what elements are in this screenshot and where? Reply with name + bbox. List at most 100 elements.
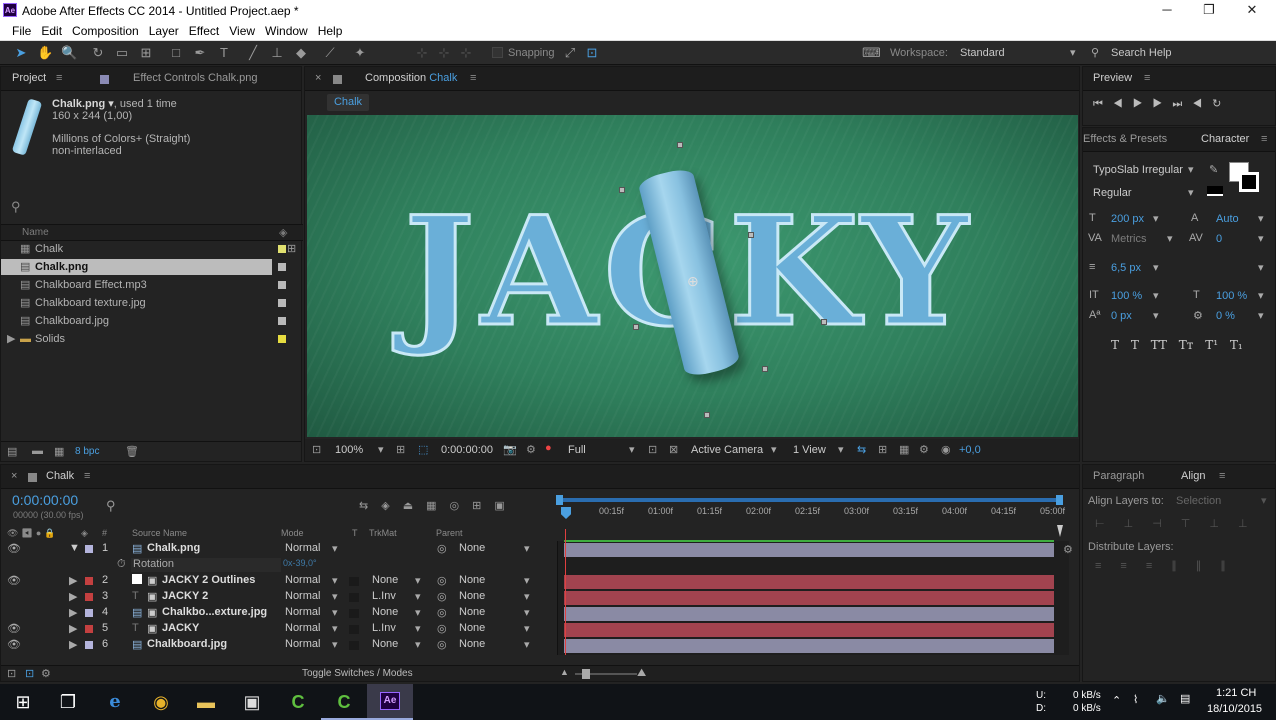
layer-duration-bar[interactable]	[564, 639, 1054, 653]
leading-value[interactable]: Auto	[1216, 213, 1239, 225]
visibility-eye-icon[interactable]: 👁	[7, 574, 21, 587]
time-ruler[interactable]: 00:15f 01:00f 01:15f 02:00f 02:15f 03:00…	[556, 493, 1069, 537]
workspace-dropdown-icon[interactable]: ▾	[1070, 46, 1076, 59]
transform-handle[interactable]	[633, 324, 639, 330]
tab-timeline-chalk[interactable]: Chalk	[46, 470, 74, 482]
shy-layers-icon[interactable]: ⏏	[403, 500, 426, 512]
col-source-name[interactable]: Source Name	[132, 528, 187, 538]
align-bottom-icon[interactable]: ⊥	[1238, 518, 1267, 530]
clock-date[interactable]: 18/10/2015	[1207, 703, 1262, 715]
tab-effects-presets[interactable]: Effects & Presets	[1083, 133, 1167, 145]
character-menu-icon[interactable]: ≡	[1261, 133, 1267, 145]
mode-dropdown-icon[interactable]: ▾	[332, 574, 338, 587]
fill-over-stroke-icon[interactable]	[1207, 186, 1223, 196]
timeline-menu-icon[interactable]: ≡	[84, 470, 90, 482]
layer-parent[interactable]: None	[459, 606, 485, 618]
resolution-dropdown-icon[interactable]: ▾	[629, 443, 635, 456]
layer-label-swatch[interactable]	[85, 577, 93, 585]
toggle-switches-modes-button[interactable]: Toggle Switches / Modes	[302, 668, 413, 679]
distribute-right-icon[interactable]: ∥	[1220, 560, 1245, 572]
stroke-color-swatch[interactable]	[1239, 172, 1259, 192]
tsume-value[interactable]: 0 %	[1216, 310, 1235, 322]
parent-dropdown-icon[interactable]: ▾	[524, 606, 530, 619]
vertical-scale-value[interactable]: 100 %	[1111, 290, 1142, 302]
parent-pickwhip-icon[interactable]: ◎	[437, 606, 447, 619]
restore-button[interactable]: ❐	[1194, 2, 1224, 20]
expand-arrow-icon[interactable]: ▶	[7, 331, 15, 347]
label-col-icon[interactable]: ◈	[279, 226, 287, 239]
table-row[interactable]: 👁 ▶ 2 ▣ JACKY 2 Outlines Normal ▾ None ▾…	[1, 573, 557, 589]
stroke-width-value[interactable]: 6,5 px	[1111, 262, 1141, 274]
align-to-dropdown-icon[interactable]: ▾	[1261, 494, 1267, 507]
layer-source-name[interactable]: Chalkboard.jpg	[147, 638, 227, 650]
menu-layer[interactable]: Layer	[144, 22, 184, 40]
transfer-controls-icon[interactable]: ⊡	[25, 667, 34, 680]
comp-mini-flowchart-icon[interactable]: ⇆	[359, 500, 381, 512]
trkmat-dropdown-icon[interactable]: ▾	[415, 606, 421, 619]
preserve-transparency-toggle[interactable]	[349, 641, 359, 650]
pan-behind-tool-icon[interactable]: ⊞	[138, 45, 154, 61]
parent-dropdown-icon[interactable]: ▾	[524, 542, 530, 555]
rectangle-tool-icon[interactable]: □	[168, 45, 184, 61]
zoom-in-icon[interactable]: ⛰	[637, 667, 646, 680]
transform-handle[interactable]	[821, 319, 827, 325]
list-item[interactable]: ▶ ▬ Solids	[1, 331, 301, 347]
mode-dropdown-icon[interactable]: ▾	[332, 590, 338, 603]
axis-view-icon[interactable]: ⊹	[458, 45, 474, 61]
loop-icon[interactable]: ↻	[1212, 98, 1231, 110]
superscript-button[interactable]: T¹	[1205, 338, 1218, 352]
align-vcenter-icon[interactable]: ⊥	[1209, 518, 1238, 530]
transform-handle[interactable]	[677, 142, 683, 148]
small-caps-button[interactable]: Tт	[1179, 338, 1194, 352]
transform-handle[interactable]	[748, 232, 754, 238]
color-channel-icon[interactable]: ●	[545, 442, 552, 454]
rotation-property-value[interactable]: 0x-39,0°	[283, 558, 317, 568]
tracking-value[interactable]: 0	[1216, 233, 1222, 245]
font-size-value[interactable]: 200 px	[1111, 213, 1144, 225]
col-number[interactable]: #	[102, 528, 107, 538]
parent-dropdown-icon[interactable]: ▾	[524, 574, 530, 587]
mask-visibility-icon[interactable]: ⬚	[418, 443, 428, 456]
leading-dropdown-icon[interactable]: ▾	[1258, 212, 1264, 225]
parent-pickwhip-icon[interactable]: ◎	[437, 590, 447, 603]
tracking-dropdown-icon[interactable]: ▾	[1258, 232, 1264, 245]
zoom-out-icon[interactable]: ▲	[560, 667, 569, 677]
show-hidden-icons-chevron-icon[interactable]: ⌃	[1112, 694, 1121, 707]
close-tab-icon[interactable]: ×	[11, 470, 17, 482]
stopwatch-icon[interactable]: ⏱	[117, 558, 126, 571]
type-tool-icon[interactable]: T	[216, 45, 232, 61]
layer-duration-bar[interactable]	[564, 607, 1054, 621]
col-t[interactable]: T	[352, 528, 358, 538]
align-hcenter-icon[interactable]: ⊥	[1124, 518, 1153, 530]
collapse-arrow-icon[interactable]: ▼	[69, 542, 80, 554]
views-dropdown-icon[interactable]: ▾	[838, 443, 844, 456]
snapping-options-icon[interactable]: ⤢	[562, 45, 578, 61]
next-frame-icon[interactable]: ▶	[1153, 98, 1173, 110]
preserve-transparency-toggle[interactable]	[349, 625, 359, 634]
trash-icon[interactable]: 🗑	[125, 445, 139, 458]
layer-mode[interactable]: Normal	[285, 590, 320, 602]
toggle-pixel-aspect-icon[interactable]: ⇆	[857, 443, 866, 456]
property-row[interactable]: ⏱ Rotation 0x-39,0°	[1, 557, 557, 573]
layer-mode[interactable]: Normal	[285, 622, 320, 634]
parent-pickwhip-icon[interactable]: ◎	[437, 542, 447, 555]
last-frame-icon[interactable]: ⏭	[1172, 98, 1192, 110]
list-item[interactable]: ▤ Chalkboard Effect.mp3	[1, 277, 301, 293]
minimize-button[interactable]: ─	[1152, 2, 1182, 20]
vscale-dropdown-icon[interactable]: ▾	[1153, 289, 1159, 302]
selection-tool-icon[interactable]: ➤	[13, 45, 29, 61]
mode-dropdown-icon[interactable]: ▾	[332, 638, 338, 651]
graph-editor-icon[interactable]: ⊞	[472, 500, 494, 512]
font-family-select[interactable]: TypoSlab Irregular	[1093, 164, 1183, 176]
eyedropper-icon[interactable]: ✎	[1209, 163, 1218, 176]
label-col-icon[interactable]: ◈	[81, 528, 88, 539]
preserve-transparency-toggle[interactable]	[349, 593, 359, 602]
current-time-indicator[interactable]	[565, 529, 566, 655]
hscale-dropdown-icon[interactable]: ▾	[1258, 289, 1264, 302]
clone-stamp-tool-icon[interactable]: ⊥	[269, 45, 285, 61]
align-left-icon[interactable]: ⊢	[1095, 518, 1124, 530]
menu-effect[interactable]: Effect	[184, 22, 224, 40]
layer-mode[interactable]: Normal	[285, 638, 320, 650]
layer-duration-bar[interactable]	[564, 575, 1054, 589]
tab-project[interactable]: Project	[12, 72, 46, 84]
